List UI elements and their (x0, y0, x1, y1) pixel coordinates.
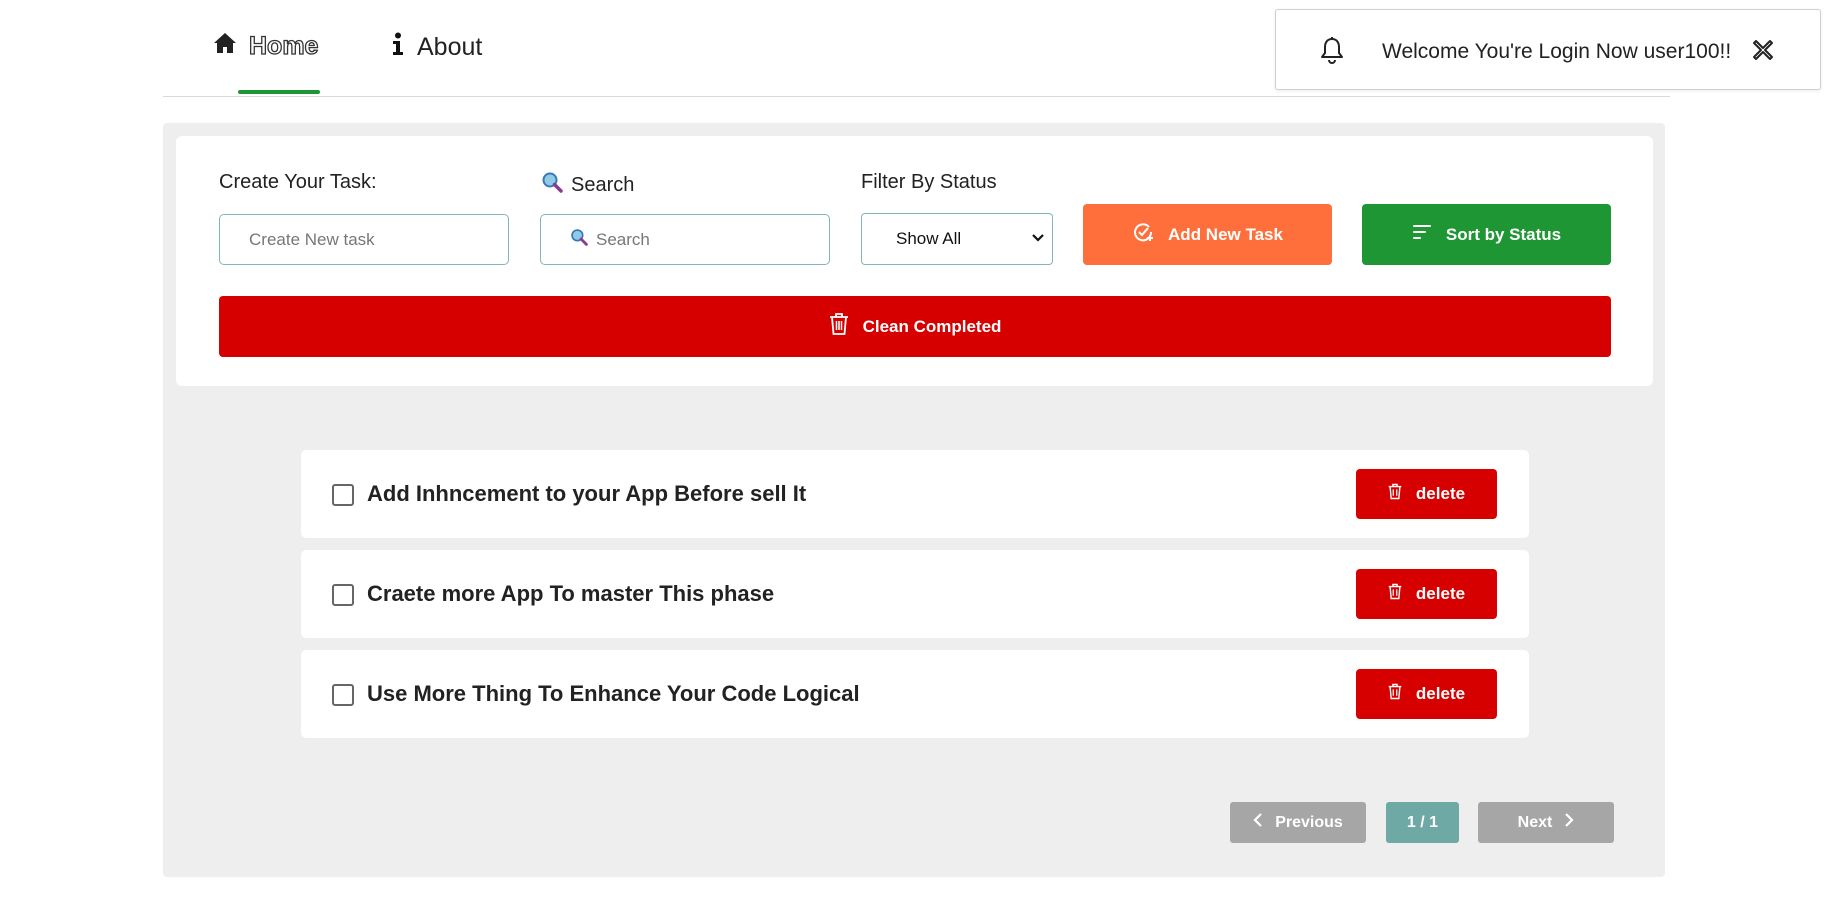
filter-label: Filter By Status (861, 171, 997, 194)
active-tab-indicator (238, 90, 320, 94)
task-checkbox[interactable] (332, 684, 354, 706)
delete-task-button[interactable]: delete (1356, 669, 1497, 719)
create-task-input[interactable]: Create New task (219, 214, 509, 265)
sort-by-status-button[interactable]: Sort by Status (1362, 204, 1611, 265)
clean-completed-label: Clean Completed (862, 316, 1002, 336)
clean-completed-button[interactable]: Clean Completed (219, 296, 1611, 357)
info-icon (391, 32, 405, 63)
task-checkbox[interactable] (332, 584, 354, 606)
task-title: Craete more App To master This phase (367, 581, 775, 606)
task-item: Craete more App To master This phase del… (301, 550, 1529, 638)
filter-label-text: Filter By Status (861, 171, 997, 193)
close-icon[interactable] (1751, 38, 1775, 67)
status-filter-value: Show All (896, 229, 962, 248)
task-title: Use More Thing To Enhance Your Code Logi… (367, 681, 860, 706)
welcome-toast: Welcome You're Login Now user100!! (1275, 9, 1821, 90)
magnifier-icon (541, 171, 563, 199)
task-checkbox[interactable] (332, 484, 354, 506)
chevron-right-icon (1564, 813, 1574, 832)
chevron-left-icon (1253, 813, 1263, 832)
previous-page-button[interactable]: Previous (1230, 802, 1366, 843)
trash-icon (1388, 483, 1402, 505)
page-indicator-text: 1 / 1 (1406, 813, 1439, 831)
search-placeholder: Search (596, 229, 650, 249)
page-indicator: 1 / 1 (1386, 802, 1459, 843)
task-item: Use More Thing To Enhance Your Code Logi… (301, 650, 1529, 738)
search-input[interactable]: Search (540, 214, 830, 265)
search-icon (570, 228, 588, 251)
delete-label: delete (1415, 584, 1466, 603)
next-page-button[interactable]: Next (1478, 802, 1614, 843)
delete-task-button[interactable]: delete (1356, 569, 1497, 619)
toast-message: Welcome You're Login Now user100!! (1382, 40, 1732, 63)
nav-about-link[interactable]: About (391, 32, 482, 63)
search-label-text: Search (571, 173, 635, 196)
bell-icon (1319, 36, 1345, 69)
nav-home-link[interactable]: Home (213, 31, 319, 61)
main-panel: Create Your Task: Create New task Search… (163, 123, 1665, 877)
task-item: Add Inhncement to your App Before sell I… (301, 450, 1529, 538)
add-task-button[interactable]: Add New Task (1083, 204, 1332, 265)
delete-task-button[interactable]: delete (1356, 469, 1497, 519)
next-label: Next (1517, 813, 1553, 831)
delete-label: delete (1415, 484, 1466, 503)
trash-icon (829, 312, 849, 341)
task-form-card: Create Your Task: Create New task Search… (176, 136, 1653, 386)
sort-label: Sort by Status (1445, 224, 1562, 244)
add-task-icon (1132, 221, 1154, 248)
create-task-label: Create Your Task: (219, 171, 377, 194)
nav-about-label: About (417, 33, 483, 61)
create-task-label-text: Create Your Task: (219, 171, 377, 193)
status-filter-select[interactable]: Show All (861, 213, 1053, 265)
create-task-placeholder: Create New task (249, 229, 375, 249)
previous-label: Previous (1275, 813, 1343, 831)
trash-icon (1388, 683, 1402, 705)
trash-icon (1388, 583, 1402, 605)
nav-home-label: Home (248, 31, 319, 60)
home-icon (213, 32, 237, 61)
search-label: Search (541, 171, 634, 199)
task-title: Add Inhncement to your App Before sell I… (367, 481, 807, 506)
delete-label: delete (1415, 684, 1466, 703)
chevron-down-icon (1030, 229, 1046, 250)
add-task-label: Add New Task (1168, 224, 1283, 244)
sort-icon (1412, 224, 1432, 245)
